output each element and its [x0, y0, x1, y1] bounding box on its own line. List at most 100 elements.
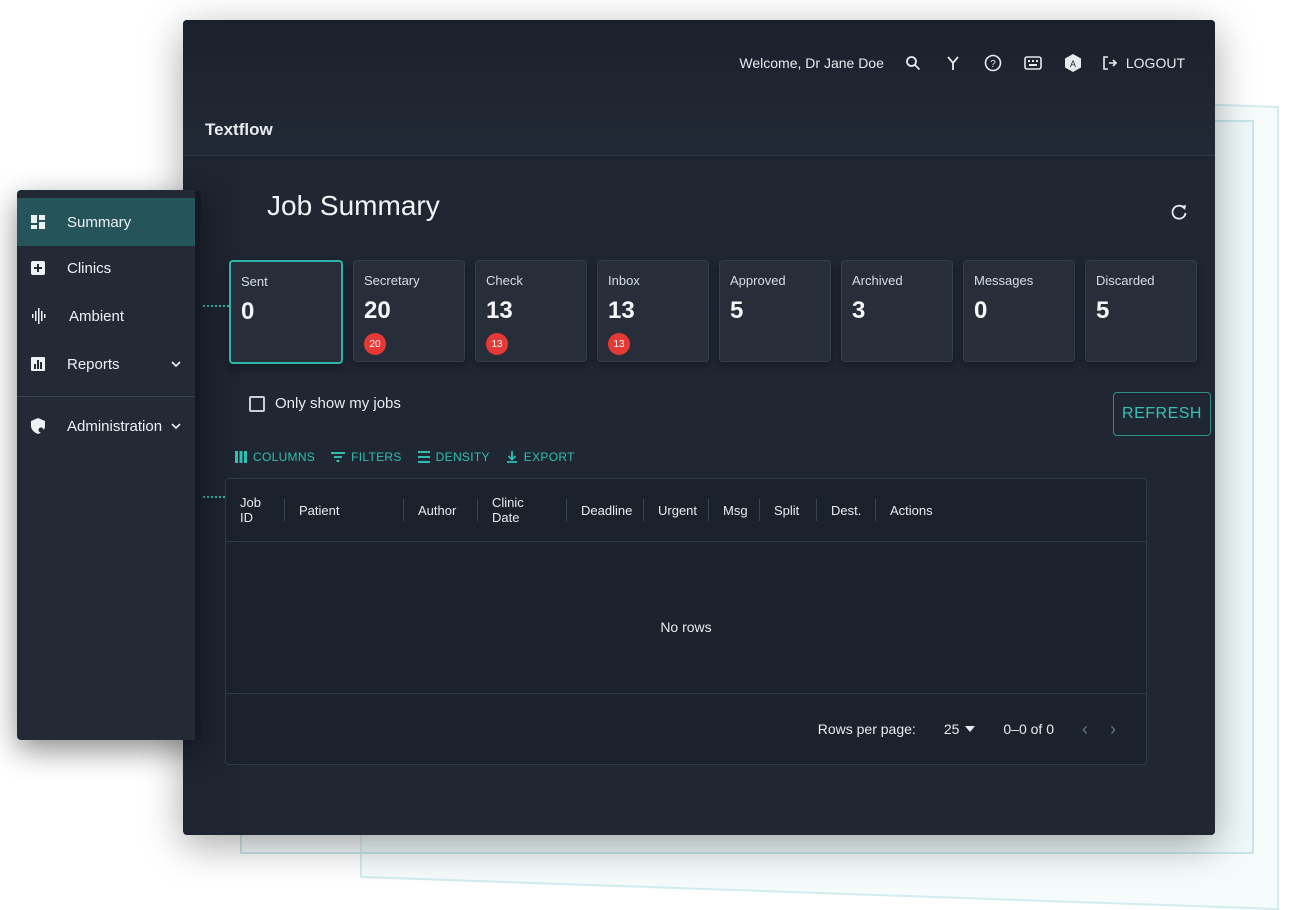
export-label: EXPORT [523, 450, 575, 464]
card-count: 13 [486, 297, 513, 324]
column-header[interactable]: Patient [285, 499, 404, 521]
status-card-check[interactable]: Check 13 13 [475, 260, 587, 362]
card-count: 0 [974, 297, 988, 324]
sidebar-item-clinics[interactable]: Clinics [17, 244, 195, 292]
jobs-data-grid: Job ID Patient Author Clinic Date Deadli… [225, 478, 1147, 765]
logout-button[interactable]: LOGOUT [1102, 55, 1185, 71]
svg-text:A: A [1070, 59, 1076, 69]
app-title: Textflow [205, 120, 273, 139]
columns-label: COLUMNS [253, 450, 316, 464]
only-my-jobs-checkbox[interactable] [249, 395, 265, 412]
sidebar-item-ambient[interactable]: Ambient [17, 292, 195, 340]
card-label: Secretary [364, 273, 420, 288]
density-icon [417, 451, 430, 463]
rows-per-page-value: 25 [943, 721, 960, 737]
card-count: 13 [608, 297, 635, 324]
sidebar-item-label: Ambient [69, 307, 125, 325]
columns-icon [235, 451, 247, 463]
card-label: Approved [730, 273, 786, 288]
sidebar-item-administration[interactable]: Administration [17, 402, 195, 450]
filters-button[interactable]: FILTERS [331, 450, 402, 464]
card-count: 3 [852, 297, 866, 324]
chevron-right-icon[interactable]: › [1110, 719, 1116, 740]
top-toolbar: Welcome, Dr Jane Doe ? A LOGOUT [739, 52, 1185, 74]
column-header[interactable]: Dest. [817, 499, 876, 521]
column-header[interactable]: Author [404, 499, 478, 521]
only-my-jobs-toggle[interactable]: Only show my jobs [249, 395, 401, 412]
card-count: 5 [730, 297, 744, 324]
card-label: Sent [241, 274, 268, 289]
dashboard-icon [31, 215, 45, 229]
column-header[interactable]: Msg [709, 499, 760, 521]
chevron-left-icon[interactable]: ‹ [1082, 719, 1088, 740]
card-count: 0 [241, 298, 255, 325]
export-button[interactable]: EXPORT [506, 450, 575, 464]
page-range: 0–0 of 0 [1003, 721, 1054, 737]
status-card-messages[interactable]: Messages 0 [963, 260, 1075, 362]
sidebar-item-reports[interactable]: Reports [17, 340, 195, 388]
logout-label: LOGOUT [1125, 55, 1185, 71]
status-card-secretary[interactable]: Secretary 20 20 [353, 260, 465, 362]
rows-per-page-select[interactable]: 25 [944, 721, 976, 737]
status-card-archived[interactable]: Archived 3 [841, 260, 953, 362]
column-header[interactable]: Urgent [644, 499, 709, 521]
card-badge: 13 [486, 333, 508, 355]
status-card-discarded[interactable]: Discarded 5 [1085, 260, 1197, 362]
column-header[interactable]: Split [760, 499, 817, 521]
density-label: DENSITY [435, 450, 490, 464]
card-label: Discarded [1096, 273, 1155, 288]
logout-icon [1103, 56, 1118, 70]
pager: ‹ › [1082, 719, 1116, 740]
shield-gear-icon [31, 418, 45, 434]
chevron-down-icon [171, 423, 181, 429]
card-label: Archived [852, 273, 903, 288]
columns-button[interactable]: COLUMNS [235, 450, 315, 464]
svg-text:?: ? [990, 59, 996, 70]
card-count: 20 [364, 297, 391, 324]
keyboard-icon[interactable] [1022, 52, 1044, 74]
app-bar: Textflow Welcome, Dr Jane Doe ? A LOGOUT [183, 20, 1215, 156]
refresh-button[interactable]: REFRESH [1113, 392, 1211, 436]
help-icon[interactable]: ? [982, 52, 1004, 74]
bar-chart-icon [31, 357, 45, 371]
sidebar-item-label: Clinics [67, 259, 112, 277]
fork-icon[interactable] [942, 52, 964, 74]
column-header[interactable]: Clinic Date [478, 495, 567, 525]
settings-badge-icon[interactable]: A [1062, 52, 1084, 74]
status-card-inbox[interactable]: Inbox 13 13 [597, 260, 709, 362]
sidebar: Summary Clinics Ambient Reports Administ… [17, 190, 201, 740]
card-count: 5 [1096, 297, 1110, 324]
chevron-down-icon [171, 361, 181, 367]
grid-pagination: Rows per page: 25 0–0 of 0 ‹ › [226, 693, 1146, 764]
page-title: Job Summary [267, 190, 440, 221]
status-card-approved[interactable]: Approved 5 [719, 260, 831, 362]
card-badge: 20 [364, 333, 386, 355]
sidebar-item-label: Reports [67, 355, 120, 373]
filter-icon [331, 452, 346, 462]
column-header[interactable]: Deadline [567, 499, 644, 521]
medical-plus-icon [31, 261, 45, 275]
grid-header: Job ID Patient Author Clinic Date Deadli… [226, 479, 1146, 542]
reload-icon[interactable] [1169, 202, 1189, 222]
grid-toolbar: COLUMNS FILTERS DENSITY EXPORT [235, 450, 575, 464]
only-my-jobs-label: Only show my jobs [275, 395, 401, 412]
sidebar-divider [17, 396, 195, 397]
welcome-text: Welcome, Dr Jane Doe [739, 55, 884, 71]
sidebar-item-label: Administration [67, 417, 163, 435]
sidebar-item-label: Summary [67, 213, 132, 231]
empty-state: No rows [660, 619, 712, 635]
search-icon[interactable] [902, 52, 924, 74]
main-content: Job Summary Sent 0 Secretary 20 20 Check… [225, 160, 1215, 835]
download-icon [506, 451, 517, 463]
card-label: Check [486, 273, 523, 288]
card-label: Messages [974, 273, 1034, 288]
filters-label: FILTERS [351, 450, 402, 464]
card-label: Inbox [608, 273, 640, 288]
status-card-sent[interactable]: Sent 0 [229, 260, 343, 364]
rows-per-page-label: Rows per page: [817, 721, 916, 737]
sidebar-item-summary[interactable]: Summary [17, 198, 195, 246]
caret-down-icon [965, 726, 976, 732]
column-header[interactable]: Job ID [226, 495, 285, 525]
density-button[interactable]: DENSITY [417, 450, 490, 464]
column-header[interactable]: Actions [876, 499, 954, 521]
